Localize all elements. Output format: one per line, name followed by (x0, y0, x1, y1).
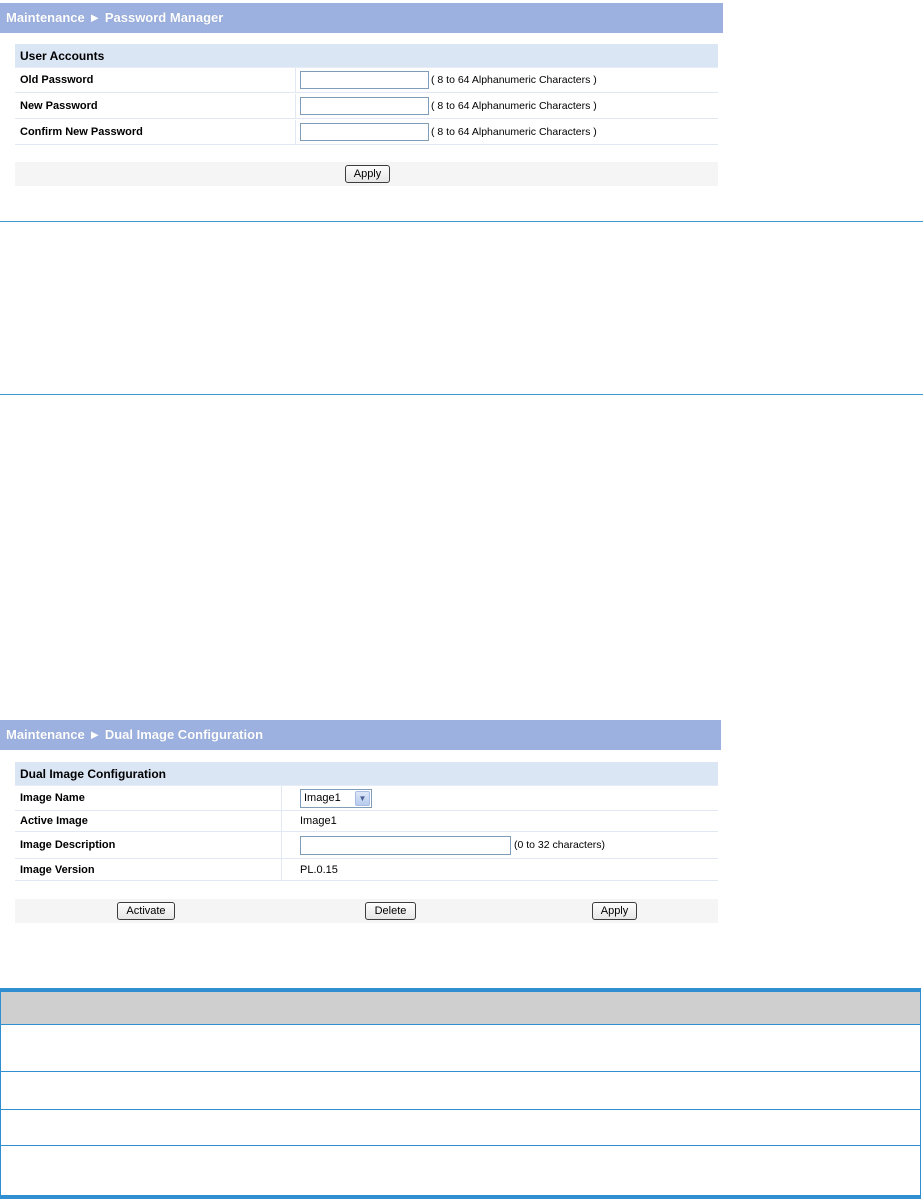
new-password-hint: ( 8 to 64 Alphanumeric Characters ) (431, 100, 597, 112)
confirm-password-row: Confirm New Password ( 8 to 64 Alphanume… (15, 120, 718, 145)
confirm-password-hint: ( 8 to 64 Alphanumeric Characters ) (431, 126, 597, 138)
image-description-row: Image Description (0 to 32 characters) (15, 832, 718, 859)
confirm-password-label: Confirm New Password (20, 126, 143, 138)
apply-button[interactable]: Apply (592, 902, 637, 920)
image-name-selected: Image1 (304, 792, 341, 804)
active-image-label: Active Image (20, 815, 88, 827)
empty-table (0, 988, 921, 1199)
table-row (1, 1071, 920, 1109)
apply-button[interactable]: Apply (345, 165, 390, 183)
table-bottom-rule (1, 1195, 920, 1198)
old-password-row: Old Password ( 8 to 64 Alphanumeric Char… (15, 68, 718, 93)
column-divider (295, 120, 296, 144)
old-password-label: Old Password (20, 74, 94, 86)
column-divider (281, 859, 282, 880)
column-divider (295, 68, 296, 92)
old-password-hint: ( 8 to 64 Alphanumeric Characters ) (431, 74, 597, 86)
image-name-row: Image Name Image1 ▼ (15, 786, 718, 811)
section-title: Dual Image Configuration (15, 762, 718, 786)
separator-line (0, 394, 923, 395)
section-title: User Accounts (15, 44, 718, 68)
column-divider (281, 832, 282, 858)
new-password-label: New Password (20, 100, 98, 112)
password-manager-panel: Maintenance ► Password Manager User Acco… (0, 3, 723, 188)
image-description-input[interactable] (300, 836, 511, 855)
image-description-label: Image Description (20, 839, 116, 851)
image-name-select[interactable]: Image1 ▼ (300, 789, 372, 808)
confirm-password-input[interactable] (300, 123, 429, 141)
column-divider (295, 94, 296, 118)
panel-title: Maintenance ► Password Manager (0, 3, 723, 33)
column-divider (281, 786, 282, 810)
separator-line (0, 221, 923, 222)
chevron-down-icon[interactable]: ▼ (355, 791, 370, 806)
table-row (1, 1109, 920, 1145)
button-bar: Apply (15, 162, 718, 186)
table-header (1, 992, 920, 1024)
button-bar: Activate Delete Apply (15, 899, 718, 923)
active-image-row: Active Image Image1 (15, 811, 718, 832)
image-description-hint: (0 to 32 characters) (514, 839, 606, 851)
new-password-input[interactable] (300, 97, 429, 115)
activate-button[interactable]: Activate (117, 902, 175, 920)
image-version-row: Image Version PL.0.15 (15, 859, 718, 881)
column-divider (281, 811, 282, 831)
table-row (1, 1024, 920, 1071)
active-image-value: Image1 (300, 815, 337, 827)
image-name-label: Image Name (20, 792, 85, 804)
image-version-value: PL.0.15 (300, 864, 338, 876)
panel-title: Maintenance ► Dual Image Configuration (0, 720, 721, 750)
old-password-input[interactable] (300, 71, 429, 89)
dual-image-panel: Maintenance ► Dual Image Configuration D… (0, 720, 721, 925)
image-version-label: Image Version (20, 864, 95, 876)
delete-button[interactable]: Delete (365, 902, 416, 920)
new-password-row: New Password ( 8 to 64 Alphanumeric Char… (15, 94, 718, 119)
table-row (1, 1145, 920, 1181)
